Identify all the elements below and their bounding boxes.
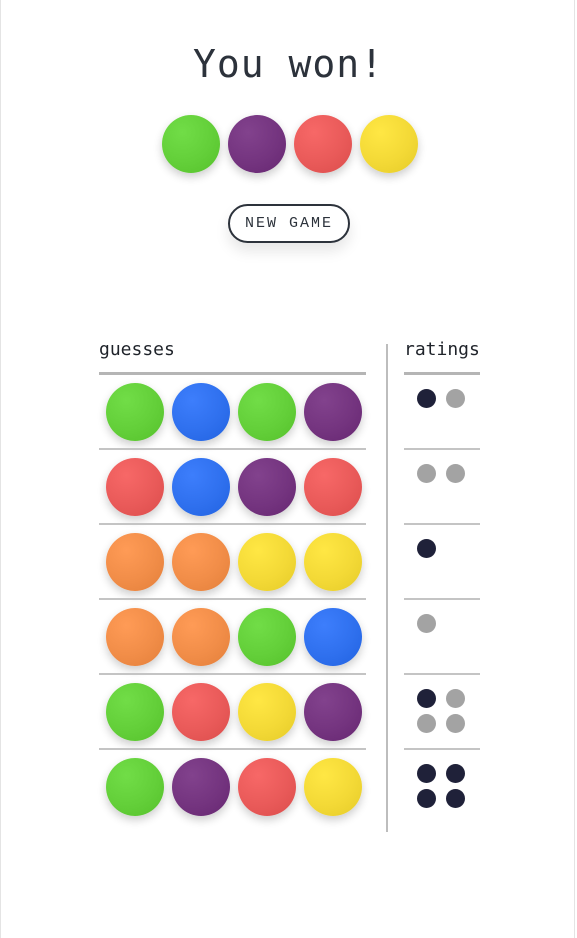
result-title: You won! [192,42,385,86]
guess-peg-yellow [304,533,362,591]
guess-peg-purple [304,383,362,441]
rating-peg-black [417,539,436,558]
guess-peg-blue [172,458,230,516]
guess-row-divider [99,598,366,600]
guess-peg-green [106,683,164,741]
guess-row-1 [106,383,362,441]
solution-peg-yellow [360,115,418,173]
guesses-header-rule [99,372,366,375]
guess-peg-blue [172,383,230,441]
guess-peg-orange [172,533,230,591]
rating-4 [417,614,467,664]
guess-peg-orange [106,533,164,591]
rating-peg-black [446,764,465,783]
ratings-header: ratings [404,339,480,360]
rating-row-divider [404,673,480,675]
rating-peg-white [417,714,436,733]
guess-peg-purple [304,683,362,741]
guess-row-divider [99,748,366,750]
solution-code [162,115,418,173]
new-game-button[interactable]: NEW GAME [228,204,350,243]
frame-left-edge [0,0,1,938]
rating-row-divider [404,448,480,450]
guess-row-2 [106,458,362,516]
rating-peg-white [417,464,436,483]
guess-peg-purple [238,458,296,516]
rating-3 [417,539,467,589]
column-divider [386,344,388,832]
guess-row-5 [106,683,362,741]
guess-peg-red [172,683,230,741]
rating-peg-white [446,389,465,408]
rating-2 [417,464,467,514]
rating-row-divider [404,598,480,600]
rating-5 [417,689,467,739]
guess-peg-red [304,458,362,516]
rating-peg-black [446,789,465,808]
guess-row-3 [106,533,362,591]
guess-peg-yellow [238,533,296,591]
rating-peg-white [446,464,465,483]
guess-peg-red [106,458,164,516]
guess-peg-yellow [304,758,362,816]
rating-peg-white [446,689,465,708]
guess-peg-yellow [238,683,296,741]
frame-right-edge [574,0,575,938]
guess-row-divider [99,523,366,525]
guess-peg-green [106,758,164,816]
rating-peg-black [417,764,436,783]
rating-peg-black [417,389,436,408]
guesses-header: guesses [99,339,175,360]
rating-peg-white [417,614,436,633]
rating-peg-white [446,714,465,733]
guess-peg-green [238,608,296,666]
guess-row-4 [106,608,362,666]
guess-peg-orange [172,608,230,666]
rating-1 [417,389,467,439]
solution-peg-green [162,115,220,173]
guess-peg-red [238,758,296,816]
rating-6 [417,764,467,814]
guess-peg-orange [106,608,164,666]
rating-peg-black [417,689,436,708]
ratings-header-rule [404,372,480,375]
guess-peg-purple [172,758,230,816]
guess-peg-blue [304,608,362,666]
rating-peg-black [417,789,436,808]
solution-peg-purple [228,115,286,173]
guess-peg-green [106,383,164,441]
solution-peg-red [294,115,352,173]
guess-row-divider [99,448,366,450]
guess-peg-green [238,383,296,441]
rating-row-divider [404,748,480,750]
guess-row-divider [99,673,366,675]
guess-row-6 [106,758,362,816]
rating-row-divider [404,523,480,525]
